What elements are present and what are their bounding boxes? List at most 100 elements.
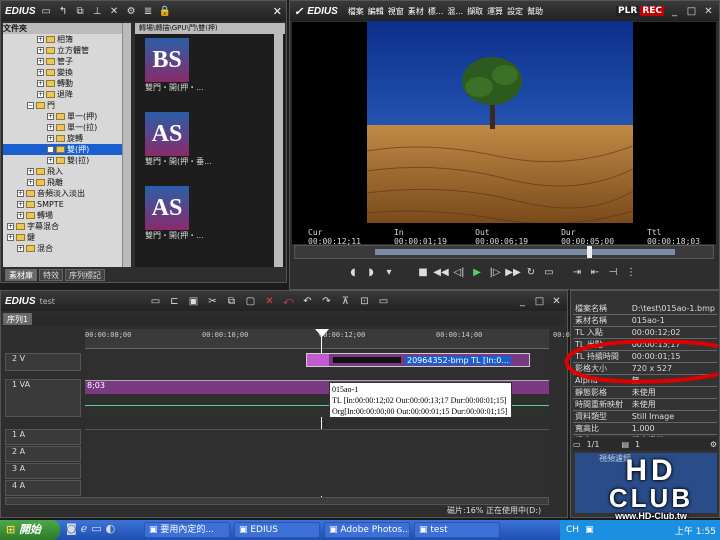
outlook-icon[interactable]: ◙ xyxy=(66,522,77,535)
expand-icon[interactable]: − xyxy=(27,102,34,109)
menu-item[interactable]: 擷取 xyxy=(467,6,483,17)
minimize-icon[interactable]: _ xyxy=(668,5,681,18)
match-frame-icon[interactable]: ⊣ xyxy=(605,265,621,279)
set-out-icon[interactable]: ◗ xyxy=(363,265,379,279)
tab-sequence1[interactable]: 序列1 xyxy=(3,313,33,325)
taskbar-button[interactable]: ▣ test xyxy=(414,522,500,538)
page-icon[interactable]: ▭ xyxy=(573,440,581,449)
tab-effects[interactable]: 特效 xyxy=(39,269,63,281)
track-header-1a[interactable]: 1 A xyxy=(5,429,81,445)
render-icon[interactable]: ⊡ xyxy=(358,295,371,308)
tree-item[interactable]: + 管子 xyxy=(3,56,131,67)
effect-thumbnail[interactable]: BS 雙門・開(押・... xyxy=(145,38,245,108)
stop-icon[interactable]: ■ xyxy=(415,265,431,279)
tree-item[interactable]: + 音頻淡入淡出 xyxy=(3,188,131,199)
menu-item[interactable]: 編輯 xyxy=(368,6,384,17)
add-icon[interactable]: ⊥ xyxy=(91,5,104,18)
expand-icon[interactable]: + xyxy=(37,69,44,76)
expand-icon[interactable]: + xyxy=(37,80,44,87)
menu-item[interactable]: 混... xyxy=(447,6,463,17)
audio-lanes[interactable] xyxy=(85,429,549,496)
expand-icon[interactable]: + xyxy=(47,113,54,120)
track-header-3a[interactable]: 3 A xyxy=(5,463,81,479)
tab-clip-library[interactable]: 素材庫 xyxy=(5,269,37,281)
fast-forward-icon[interactable]: ▶▶ xyxy=(505,265,521,279)
position-slider[interactable] xyxy=(294,245,714,259)
expand-icon[interactable]: + xyxy=(7,223,14,230)
tree-scrollbar[interactable] xyxy=(122,23,131,267)
expand-icon[interactable]: + xyxy=(7,234,14,241)
tree-item[interactable]: − 門 xyxy=(3,100,131,111)
tree-item[interactable]: + 字幕混合 xyxy=(3,221,131,232)
expand-icon[interactable]: + xyxy=(37,36,44,43)
taskbar-button[interactable]: ▣ Adobe Photos... xyxy=(324,522,410,538)
new-icon[interactable]: ▭ xyxy=(149,295,162,308)
expand-icon[interactable]: + xyxy=(17,245,24,252)
tree-item[interactable]: + 單一(押) xyxy=(3,111,131,122)
step-back-icon[interactable]: ◁| xyxy=(451,265,467,279)
effect-thumbnail[interactable]: AS 雙門・開(押・... xyxy=(145,186,245,256)
marker-icon[interactable]: ⊼ xyxy=(339,295,352,308)
menu-item[interactable]: 視窗 xyxy=(388,6,404,17)
save-icon[interactable]: ▣ xyxy=(187,295,200,308)
tree-item[interactable]: + 旋轉 xyxy=(3,133,131,144)
cut-clip-icon[interactable]: ✂ xyxy=(206,295,219,308)
menu-item[interactable]: 素材 xyxy=(408,6,424,17)
menu-item[interactable]: 檔案 xyxy=(348,6,364,17)
rewind-icon[interactable]: ◀◀ xyxy=(433,265,449,279)
expand-icon[interactable]: + xyxy=(47,124,54,131)
menu-item[interactable]: 設定 xyxy=(507,6,523,17)
tree-item[interactable]: + 雙(拉) xyxy=(3,155,131,166)
cut-icon[interactable]: ✕ xyxy=(108,5,121,18)
tree-item[interactable]: + 飛入 xyxy=(3,166,131,177)
copy-icon[interactable]: ⧉ xyxy=(225,295,238,308)
track-header-4a[interactable]: 4 A xyxy=(5,480,81,496)
tl-close-icon[interactable]: ✕ xyxy=(550,295,563,308)
loop-icon[interactable]: ↻ xyxy=(523,265,539,279)
ie-icon[interactable]: ℯ xyxy=(81,522,88,535)
menu-item[interactable]: 幫助 xyxy=(527,6,543,17)
menu-item[interactable]: 運算 xyxy=(487,6,503,17)
expand-icon[interactable]: + xyxy=(17,201,24,208)
slider-thumb[interactable] xyxy=(587,246,592,258)
taskbar-button[interactable]: ▣ EDIUS xyxy=(234,522,320,538)
effect-thumbnail[interactable]: AS 雙門・開(押・垂... xyxy=(145,112,245,182)
tree-item[interactable]: + 相簿 xyxy=(3,34,131,45)
properties-icon[interactable]: ⚙ xyxy=(125,5,138,18)
tree-item[interactable]: + 雙(押) xyxy=(3,144,131,155)
plr-badge[interactable]: PLR xyxy=(616,6,640,16)
ripple-delete-icon[interactable]: ⤺ xyxy=(282,295,295,308)
track-header-2a[interactable]: 2 A xyxy=(5,446,81,462)
lock-icon[interactable]: 🔒 xyxy=(159,5,172,18)
tree-item[interactable]: + 飛離 xyxy=(3,177,131,188)
tray-icon[interactable]: ▣ xyxy=(585,525,594,535)
tl-minimize-icon[interactable]: _ xyxy=(516,295,529,308)
paste-icon[interactable]: ▢ xyxy=(244,295,257,308)
menu-item[interactable]: 標... xyxy=(428,6,444,17)
track-header-2v[interactable]: 2 V xyxy=(5,353,81,371)
tree-item[interactable]: + 立方體管 xyxy=(3,45,131,56)
tree-item[interactable]: + 退降 xyxy=(3,89,131,100)
tree-item[interactable]: + 變換 xyxy=(3,67,131,78)
overwrite-icon[interactable]: ⇤ xyxy=(587,265,603,279)
expand-icon[interactable]: + xyxy=(37,47,44,54)
playhead-handle[interactable] xyxy=(315,329,329,337)
expand-icon[interactable]: + xyxy=(27,168,34,175)
output-icon[interactable]: ▭ xyxy=(541,265,557,279)
taskbar-button[interactable]: ▣ 要用內定的... xyxy=(144,522,230,538)
delete-icon[interactable]: ✕ xyxy=(263,295,276,308)
list-icon[interactable]: ≣ xyxy=(142,5,155,18)
expand-icon[interactable]: + xyxy=(47,157,54,164)
tree-item[interactable]: + 鍵 xyxy=(3,232,131,243)
redo-icon[interactable]: ↷ xyxy=(320,295,333,308)
maximize-icon[interactable]: □ xyxy=(685,5,698,18)
folder-icon[interactable]: ▭ xyxy=(40,5,53,18)
language-indicator[interactable]: CH xyxy=(566,525,579,535)
tree-item[interactable]: + 混合 xyxy=(3,243,131,254)
tab-sequence-markers[interactable]: 序列標記 xyxy=(65,269,105,281)
step-forward-icon[interactable]: |▷ xyxy=(487,265,503,279)
close-icon[interactable]: ✕ xyxy=(273,5,282,18)
open-icon[interactable]: ⊏ xyxy=(168,295,181,308)
expand-icon[interactable]: + xyxy=(37,91,44,98)
expand-icon[interactable]: + xyxy=(27,179,34,186)
